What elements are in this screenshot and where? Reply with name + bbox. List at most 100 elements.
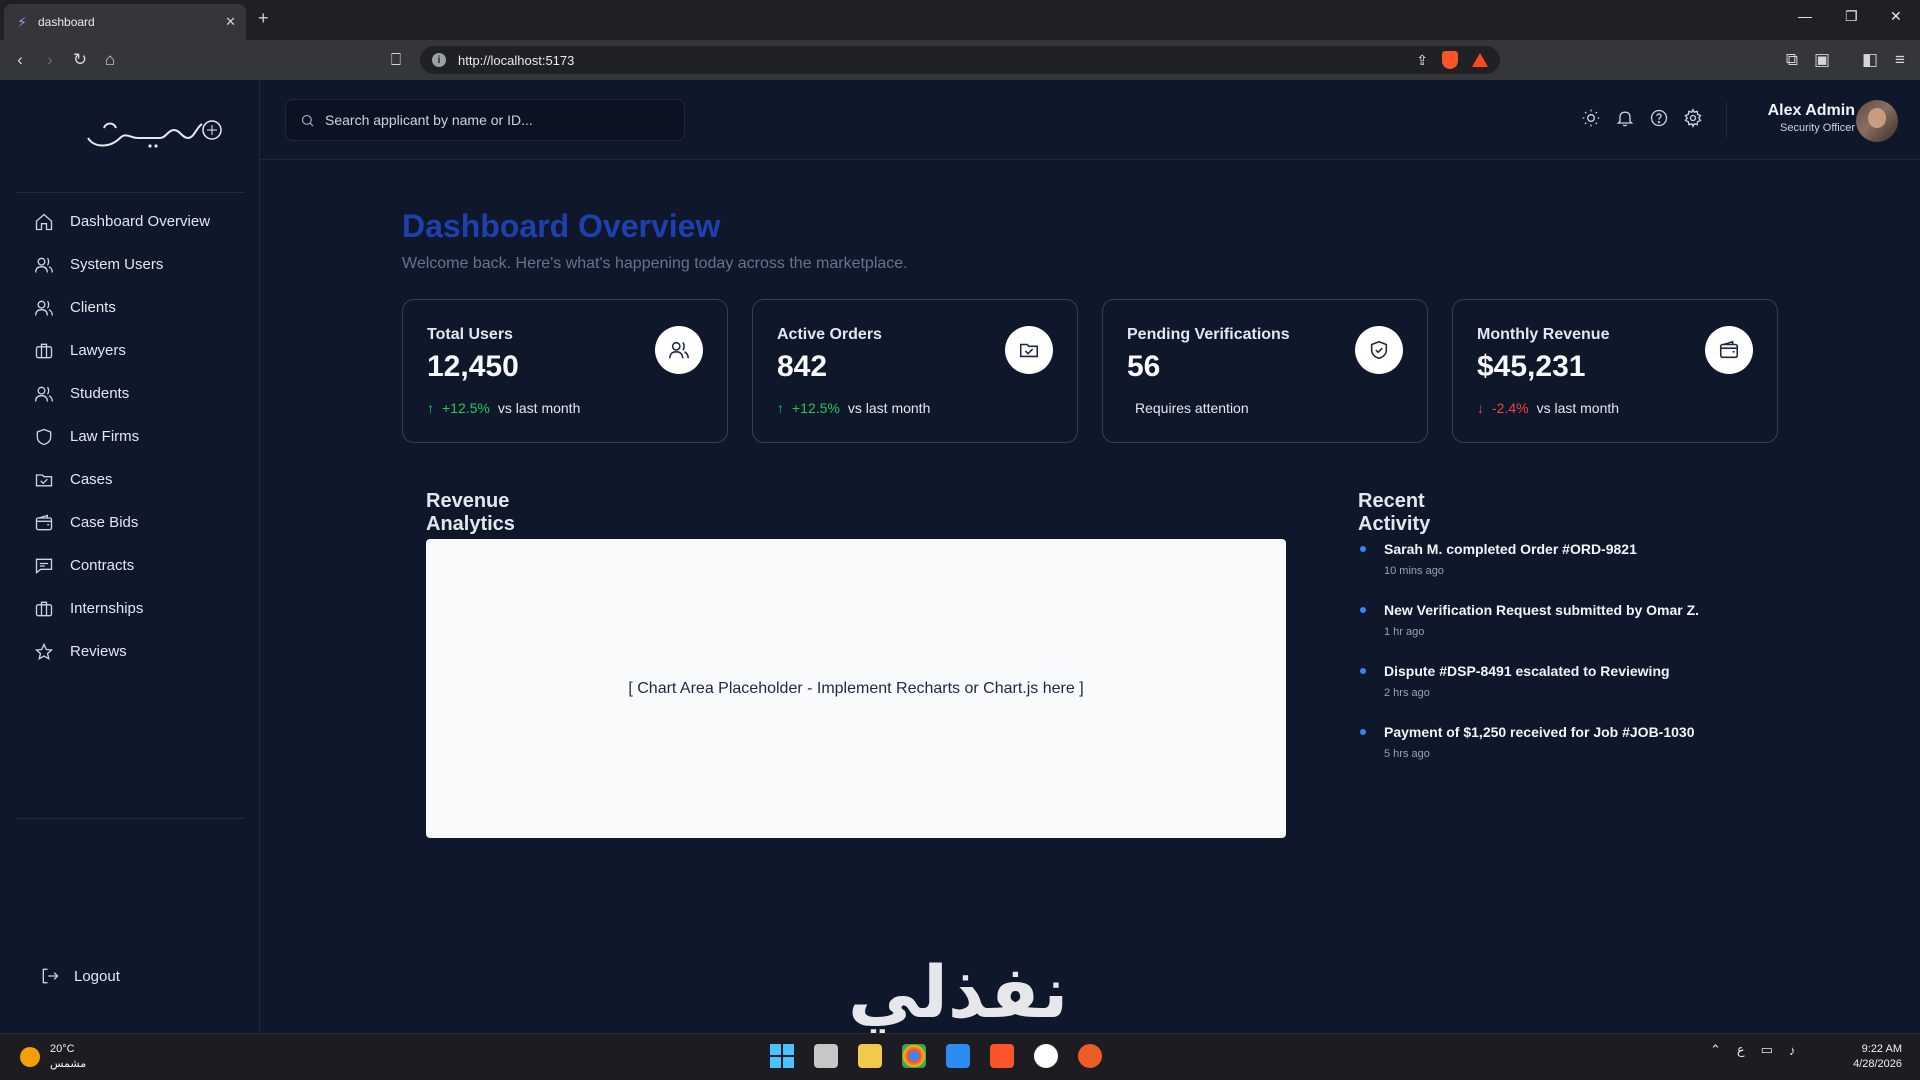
bookmark-icon[interactable]: ⎕ (384, 48, 408, 72)
wallet-icon (1719, 340, 1739, 359)
help-icon[interactable] (1649, 108, 1669, 128)
windows-start-icon[interactable] (770, 1044, 794, 1068)
activity-dot (1360, 546, 1366, 552)
activity-text: Payment of $1,250 received for Job #JOB-… (1384, 724, 1695, 740)
users-icon (35, 300, 53, 316)
brave-rewards-icon[interactable] (1472, 53, 1488, 67)
volume-icon[interactable]: ♪ (1789, 1043, 1796, 1058)
sidebar-nav: Dashboard Overview System Users Clients … (16, 200, 244, 673)
forward-icon[interactable]: › (38, 48, 62, 72)
sun-icon[interactable] (1581, 108, 1601, 128)
header-actions (1581, 108, 1703, 128)
postman-icon[interactable] (1078, 1044, 1102, 1068)
arrow-up-icon: ↑ (777, 400, 784, 416)
stat-icon-badge (1005, 326, 1053, 374)
list-item[interactable]: Sarah M. completed Order #ORD-9821 10 mi… (1360, 541, 1740, 602)
sidebar-item-label: Dashboard Overview (70, 213, 211, 230)
share-icon[interactable]: ⇪ (1416, 52, 1428, 69)
list-item[interactable]: New Verification Request submitted by Om… (1360, 602, 1740, 663)
taskbar-clock[interactable]: 9:22 AM 4/28/2026 (1840, 1042, 1902, 1072)
site-info-icon[interactable]: i (432, 53, 446, 67)
close-window-icon[interactable]: ✕ (1890, 8, 1902, 25)
stat-footer: ↑ +12.5% vs last month (427, 400, 580, 416)
url-text[interactable]: http://localhost:5173 (458, 53, 1404, 68)
arrow-down-icon: ↓ (1477, 400, 1484, 416)
sidebar-item-label: Lawyers (70, 342, 126, 359)
task-view-icon[interactable] (814, 1044, 838, 1068)
sidebar-item-cases[interactable]: Cases (16, 458, 244, 501)
home-browser-icon[interactable]: ⌂ (98, 48, 122, 72)
users-icon (35, 386, 53, 402)
stat-footer: ↑ +12.5% vs last month (777, 400, 930, 416)
bell-icon[interactable] (1615, 108, 1635, 128)
search-icon (301, 114, 314, 127)
shield-check-icon (1370, 340, 1388, 360)
user-role: Security Officer (1780, 122, 1855, 134)
sidebar-item-case-bids[interactable]: Case Bids (16, 501, 244, 544)
activity-time: 10 mins ago (1384, 565, 1444, 577)
sidebar-item-contracts[interactable]: Contracts (16, 544, 244, 587)
clock-time: 9:22 AM (1861, 1043, 1902, 1055)
weather-widget[interactable]: 20°C مشمس (20, 1042, 86, 1072)
vite-favicon-icon: ⚡ (17, 13, 27, 30)
sidebar-item-reviews[interactable]: Reviews (16, 630, 244, 673)
sidebar-item-clients[interactable]: Clients (16, 286, 244, 329)
stat-label: Active Orders (777, 326, 882, 343)
brave-shields-icon[interactable] (1442, 51, 1458, 69)
stat-change: -2.4% (1492, 400, 1529, 416)
address-bar[interactable]: i http://localhost:5173 ⇪ (420, 46, 1500, 74)
wallet-browser-icon[interactable]: ▣ (1810, 48, 1834, 72)
stat-value: $45,231 (1477, 350, 1586, 383)
search-box[interactable] (285, 99, 685, 141)
page-subtitle: Welcome back. Here's what's happening to… (402, 255, 908, 272)
chart-placeholder-area: [ Chart Area Placeholder - Implement Rec… (426, 539, 1286, 838)
sidebar-item-dashboard-overview[interactable]: Dashboard Overview (16, 200, 244, 243)
brave-taskbar-icon[interactable] (990, 1044, 1014, 1068)
file-explorer-icon[interactable] (858, 1044, 882, 1068)
gear-icon[interactable] (1683, 108, 1703, 128)
chevron-up-icon[interactable]: ⌃ (1710, 1042, 1721, 1058)
stat-card-monthly-revenue: Monthly Revenue $45,231 ↓ -2.4% vs last … (1452, 299, 1778, 443)
user-profile[interactable]: Alex Admin Security Officer (1751, 102, 1855, 134)
sidebar-item-law-firms[interactable]: Law Firms (16, 415, 244, 458)
sidebar-item-students[interactable]: Students (16, 372, 244, 415)
sidebar-item-label: Students (70, 385, 130, 402)
sidebar-item-lawyers[interactable]: Lawyers (16, 329, 244, 372)
extensions-icon[interactable]: ⧉ (1780, 48, 1804, 72)
stat-value: 842 (777, 350, 828, 383)
vscode-icon[interactable] (946, 1044, 970, 1068)
page-title: Dashboard Overview (402, 208, 721, 244)
chrome-icon[interactable] (902, 1044, 926, 1068)
stat-note: Requires attention (1135, 400, 1249, 416)
close-tab-icon[interactable]: ✕ (225, 14, 236, 30)
sidebar-divider-bottom (16, 818, 244, 819)
back-icon[interactable]: ‹ (8, 48, 32, 72)
revenue-analytics-title: Revenue Analytics (426, 490, 515, 535)
logout-button[interactable]: Logout (40, 966, 120, 986)
avatar[interactable] (1856, 100, 1898, 142)
taskbar-apps (770, 1044, 1102, 1068)
menu-icon[interactable]: ≡ (1888, 48, 1912, 72)
stat-change: +12.5% (792, 400, 840, 416)
reload-icon[interactable]: ↻ (68, 48, 92, 72)
restore-icon[interactable]: ❐ (1845, 8, 1858, 25)
stat-footer: ↓ -2.4% vs last month (1477, 400, 1619, 416)
new-tab-icon[interactable]: + (258, 8, 269, 29)
sidebar-item-system-users[interactable]: System Users (16, 243, 244, 286)
list-item[interactable]: Dispute #DSP-8491 escalated to Reviewing… (1360, 663, 1740, 724)
mongodb-icon[interactable] (1034, 1044, 1058, 1068)
folder-check-icon (1019, 343, 1039, 358)
sidebar-item-internships[interactable]: Internships (16, 587, 244, 630)
sun-weather-icon (20, 1047, 40, 1067)
shield-icon (36, 428, 52, 445)
user-name: Alex Admin (1767, 102, 1855, 119)
minimize-icon[interactable]: — (1798, 8, 1812, 24)
sidebar-toggle-icon[interactable]: ◧ (1858, 48, 1882, 72)
input-language[interactable]: ع (1737, 1042, 1745, 1058)
list-item[interactable]: Payment of $1,250 received for Job #JOB-… (1360, 724, 1740, 785)
network-icon[interactable]: ▭ (1761, 1042, 1773, 1058)
search-input[interactable] (325, 112, 670, 128)
users-icon (669, 341, 689, 359)
browser-tab[interactable]: ⚡ dashboard ✕ (4, 4, 246, 40)
stat-note: vs last month (497, 400, 581, 416)
